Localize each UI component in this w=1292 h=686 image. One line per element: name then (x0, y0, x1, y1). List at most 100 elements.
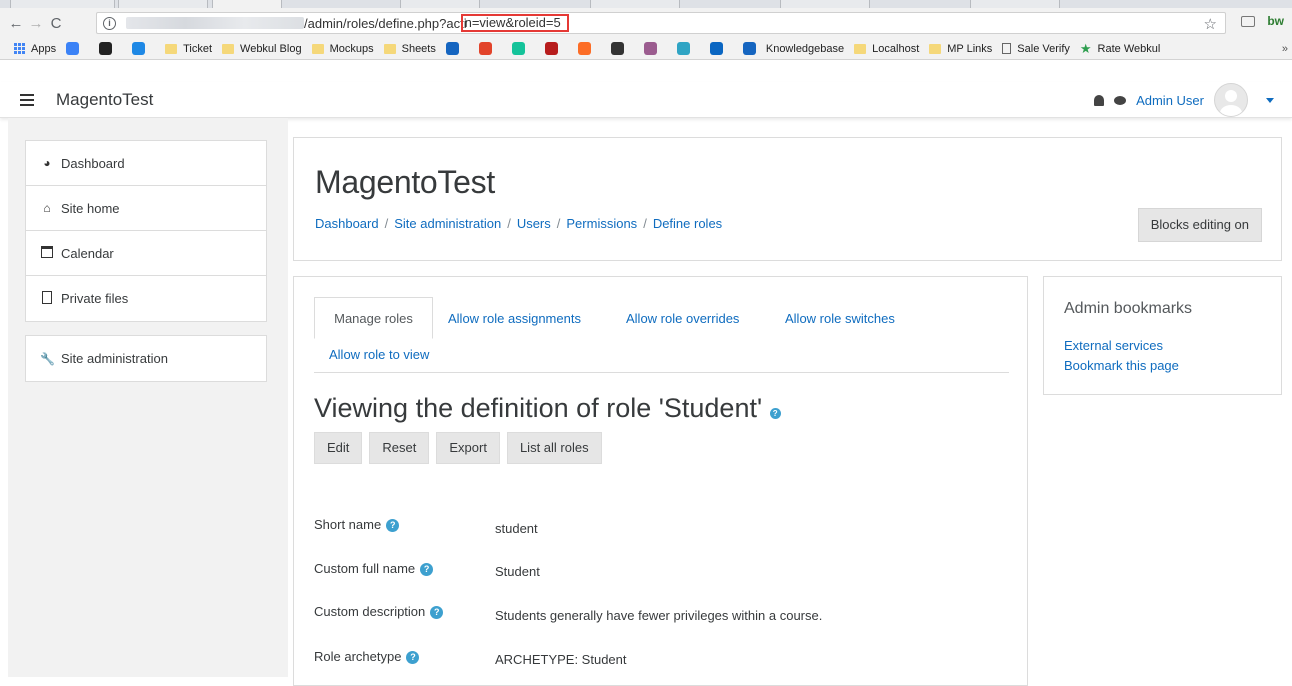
bookmark-item[interactable] (544, 42, 568, 55)
breadcrumb-separator: / (384, 216, 389, 231)
browser-tab[interactable] (780, 0, 870, 8)
bookmark-item[interactable] (643, 42, 667, 55)
bookmark-item[interactable]: MP Links (929, 43, 992, 55)
favicon-icon (66, 42, 80, 55)
bookmark-item[interactable] (577, 42, 601, 55)
user-menu-name[interactable]: Admin User (1136, 93, 1204, 108)
bookmark-label: Knowledgebase (765, 42, 845, 55)
admin-bookmarks-block: Admin bookmarks External services Bookma… (1043, 276, 1282, 395)
browser-tab[interactable] (118, 0, 208, 8)
page-header: MagentoTest Dashboard / Site administratio… (293, 137, 1282, 261)
extension-bw-icon[interactable]: bw (1267, 14, 1284, 28)
tab-manage-roles[interactable]: Manage roles (314, 297, 433, 339)
bookmark-item[interactable]: Sale Verify (1002, 43, 1070, 55)
browser-toolbar: ← → C i /admin/roles/define.php?acti n=v… (0, 8, 1292, 38)
forward-icon[interactable]: → (26, 15, 46, 32)
nav-item-label: Site administration (61, 351, 168, 366)
reset-button[interactable]: Reset (369, 432, 430, 464)
browser-tab[interactable] (400, 0, 480, 8)
role-heading-text: Viewing the definition of role 'Student' (314, 393, 763, 423)
bookmark-item[interactable] (66, 42, 89, 55)
chevron-down-icon[interactable] (1266, 97, 1274, 103)
breadcrumb-permissions[interactable]: Permissions (566, 216, 637, 231)
bookmark-item[interactable]: Knowledgebase (742, 42, 845, 55)
list-all-roles-button[interactable]: List all roles (506, 432, 602, 464)
bookmark-item[interactable] (610, 42, 634, 55)
back-icon[interactable]: ← (6, 15, 26, 32)
nav-item-label: Private files (61, 291, 129, 306)
field-label-short-name: Short name? (314, 517, 400, 533)
tab-allow-role-to-view[interactable]: Allow role to view (329, 347, 429, 362)
bookmark-label: Localhost (872, 42, 920, 55)
nav-drawer: ◕ Dashboard ⌂ Site home Calendar Private… (8, 118, 288, 677)
bookmark-item[interactable]: Localhost (854, 43, 919, 55)
breadcrumb-users[interactable]: Users (517, 216, 551, 231)
breadcrumb-dashboard[interactable]: Dashboard (315, 216, 379, 231)
field-value-custom-full-name: Student (495, 564, 540, 579)
bookmark-item[interactable]: Ticket (165, 43, 212, 55)
bookmark-item[interactable] (676, 42, 700, 55)
camera-icon[interactable] (1241, 15, 1256, 27)
bookmark-item[interactable]: Mockups (311, 42, 374, 55)
field-value-short-name: student (495, 521, 538, 536)
admin-nav-block: 🔧 Site administration (25, 335, 267, 382)
url-path: /admin/roles/define.php?acti (304, 15, 467, 31)
nav-item-site-administration[interactable]: 🔧 Site administration (26, 336, 266, 381)
folder-icon (311, 43, 324, 54)
nav-item-site-home[interactable]: ⌂ Site home (26, 186, 266, 231)
export-button[interactable]: Export (436, 432, 500, 464)
bookmark-item[interactable] (445, 42, 469, 55)
blurred-domain (126, 17, 304, 29)
help-icon[interactable]: ? (420, 563, 434, 577)
favicon-icon (544, 42, 558, 55)
folder-icon (854, 43, 867, 54)
role-heading: Viewing the definition of role 'Student'… (314, 393, 781, 424)
tab-allow-role-overrides[interactable]: Allow role overrides (626, 311, 739, 326)
reload-icon[interactable]: C (46, 15, 66, 32)
address-bar[interactable]: i /admin/roles/define.php?acti n=view&ro… (96, 12, 1226, 34)
bookmark-item[interactable]: Apps (14, 43, 56, 55)
help-icon[interactable]: ? (430, 606, 444, 620)
edit-button[interactable]: Edit (314, 432, 363, 464)
bookmark-item[interactable] (132, 42, 155, 55)
browser-tab[interactable] (970, 0, 1060, 8)
bookmark-item[interactable] (99, 42, 122, 55)
folder-icon (929, 43, 942, 54)
breadcrumb-define-roles[interactable]: Define roles (653, 216, 722, 231)
help-icon[interactable]: ? (406, 651, 420, 665)
bookmark-label: Mockups (329, 42, 374, 55)
blocks-editing-button[interactable]: Blocks editing on (1137, 208, 1262, 242)
bookmark-label: Sheets (401, 42, 436, 55)
browser-tab-active[interactable] (212, 0, 282, 8)
bookmark-item[interactable]: Webkul Blog (222, 43, 302, 55)
breadcrumb-site-administration[interactable]: Site administration (394, 216, 501, 231)
bookmarks-overflow-icon[interactable]: » (1282, 43, 1288, 55)
browser-tab[interactable] (10, 0, 115, 8)
nav-item-private-files[interactable]: Private files (26, 276, 266, 321)
bookmark-item[interactable]: Sheets (383, 42, 436, 55)
bookmark-label: MP Links (947, 42, 993, 55)
bookmark-item[interactable] (709, 42, 733, 55)
tab-allow-role-switches[interactable]: Allow role switches (785, 311, 895, 326)
external-services-link[interactable]: External services (1064, 338, 1163, 353)
info-icon[interactable]: i (103, 16, 116, 30)
nav-item-dashboard[interactable]: ◕ Dashboard (26, 141, 266, 186)
browser-tab[interactable] (590, 0, 680, 8)
messages-icon[interactable] (1114, 95, 1127, 105)
bookmark-this-page-link[interactable]: Bookmark this page (1064, 358, 1179, 373)
nav-item-calendar[interactable]: Calendar (26, 231, 266, 276)
bookmark-item[interactable]: ★ Rate Webkul (1080, 41, 1160, 57)
help-icon[interactable]: ? (386, 519, 400, 533)
help-icon[interactable]: ? (769, 408, 781, 419)
hamburger-menu-icon[interactable] (20, 93, 34, 106)
bookmark-star-icon[interactable]: ☆ (1204, 15, 1217, 33)
favicon-icon (709, 42, 723, 55)
breadcrumb-separator: / (643, 216, 647, 231)
tab-allow-role-assignments[interactable]: Allow role assignments (448, 311, 581, 326)
site-brand[interactable]: MagentoTest (56, 90, 153, 110)
bookmark-item[interactable] (478, 42, 502, 55)
folder-icon (165, 43, 178, 54)
notifications-bell-icon[interactable] (1094, 94, 1105, 106)
bookmark-item[interactable] (511, 42, 535, 55)
avatar[interactable] (1214, 83, 1248, 117)
